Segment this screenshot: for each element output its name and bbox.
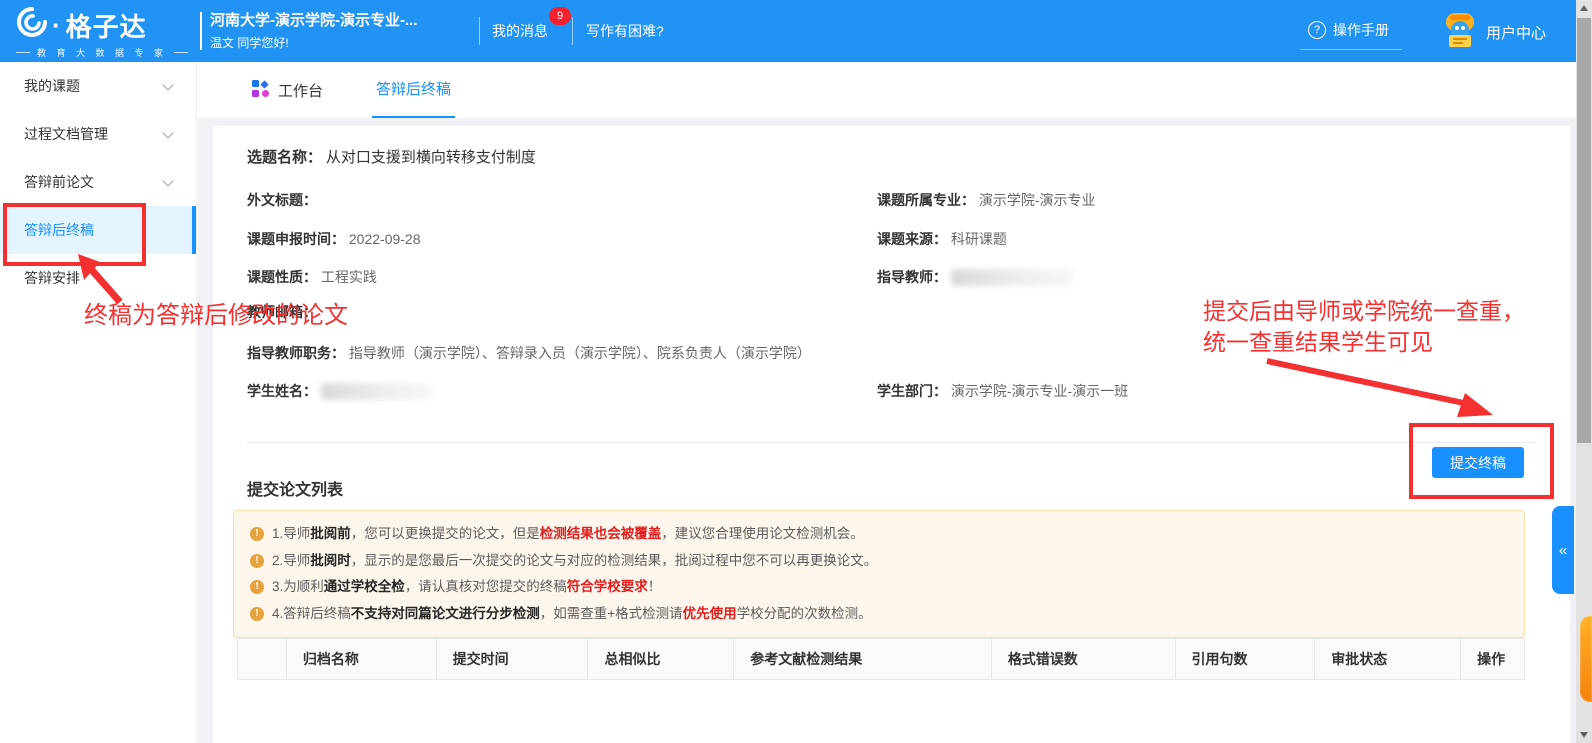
question-circle-icon: ? <box>1308 21 1326 39</box>
logo-g-icon <box>16 6 48 45</box>
topic-name-label: 选题名称： <box>247 149 322 166</box>
source-label: 课题来源： <box>877 231 947 247</box>
notice-text: 4.答辩后终稿不支持对同篇论文进行分步检测，如需查重+格式检测请优先使用学校分配… <box>272 601 872 628</box>
col-format-errors: 格式错误数 <box>991 639 1175 679</box>
duty-value: 指导教师（演示学院）、答辩录入员（演示学院）、院系负责人（演示学院） <box>349 345 811 361</box>
notice-item: ! 1.导师批阅前，您可以更换提交的论文，但是检测结果也会被覆盖，建议您合理使用… <box>248 521 1510 548</box>
floating-widget-partial[interactable] <box>1580 616 1592 702</box>
workbench-grid-icon <box>252 80 269 101</box>
top-header: · 格子达 教 育 大 数 据 专 家 河南大学-演示学院-演示专业-... 温… <box>0 0 1576 62</box>
major-label: 课题所属专业： <box>877 192 975 208</box>
org-title: 河南大学-演示学院-演示专业-... <box>210 9 418 30</box>
foreign-title-label: 外文标题： <box>247 192 317 208</box>
col-similarity: 总相似比 <box>587 639 733 679</box>
col-citation-count: 引用句数 <box>1175 639 1315 679</box>
nature-label: 课题性质： <box>247 269 317 285</box>
notice-item: ! 4.答辩后终稿不支持对同篇论文进行分步检测，如需查重+格式检测请优先使用学校… <box>248 601 1510 628</box>
notice-box: ! 1.导师批阅前，您可以更换提交的论文，但是检测结果也会被覆盖，建议您合理使用… <box>233 510 1525 638</box>
greeting-text: 温文 同学您好! <box>210 34 418 51</box>
apply-time-label: 课题申报时间： <box>247 231 345 247</box>
sidebar-nav: 我的课题 过程文档管理 答辩前论文 答辩后终稿 答辩安排 <box>0 62 197 743</box>
logo-text: 格子达 <box>66 7 147 44</box>
scrollbar-thumb[interactable] <box>1577 18 1591 443</box>
teacher-redacted-value <box>951 269 1073 286</box>
dept-label: 学生部门： <box>877 383 947 399</box>
scroll-down-arrow-icon[interactable] <box>1580 732 1588 738</box>
col-archive-name: 归档名称 <box>286 639 436 679</box>
major-value: 演示学院-演示专业 <box>979 192 1096 208</box>
manual-underline <box>1300 49 1402 50</box>
paper-table: 归档名称 提交时间 总相似比 参考文献检测结果 格式错误数 引用句数 审批状态 … <box>237 638 1525 736</box>
tab-workbench[interactable]: 工作台 <box>252 62 323 118</box>
annotation-arrow-down-right <box>1255 355 1505 423</box>
avatar <box>1442 12 1478 52</box>
sidebar-item-process-docs[interactable]: 过程文档管理 <box>0 110 196 158</box>
collapse-panel-tab[interactable]: « <box>1552 506 1574 594</box>
notice-text: 1.导师批阅前，您可以更换提交的论文，但是检测结果也会被覆盖，建议您合理使用论文… <box>272 521 864 548</box>
col-approval-status: 审批状态 <box>1314 639 1460 679</box>
warning-icon: ! <box>250 554 264 568</box>
section-divider <box>247 442 1537 443</box>
header-separator <box>572 17 573 45</box>
org-block: 河南大学-演示学院-演示专业-... 温文 同学您好! <box>210 9 418 51</box>
student-name-label: 学生姓名： <box>247 383 317 399</box>
manual-button[interactable]: ? 操作手册 <box>1308 20 1389 40</box>
paper-table-header: 归档名称 提交时间 总相似比 参考文献检测结果 格式错误数 引用句数 审批状态 … <box>237 638 1525 680</box>
tab-bar: 工作台 答辩后终稿 <box>198 62 1576 118</box>
col-select <box>238 639 286 679</box>
notice-item: ! 2.导师批阅时，显示的是您最后一次提交的论文与对应的检测结果，批阅过程中您不… <box>248 548 1510 575</box>
apply-time-value: 2022-09-28 <box>349 231 421 247</box>
col-reference-check: 参考文献检测结果 <box>733 639 991 679</box>
source-value: 科研课题 <box>951 231 1007 247</box>
annotation-note-submit: 提交后由导师或学院统一查重， 统一查重结果学生可见 <box>1203 296 1525 358</box>
notice-item: ! 3.为顺利通过学校全检，请认真核对您提交的终稿符合学校要求！ <box>248 574 1510 601</box>
chevron-down-icon <box>162 175 173 186</box>
nature-value: 工程实践 <box>321 269 377 285</box>
notice-text: 3.为顺利通过学校全检，请认真核对您提交的终稿符合学校要求！ <box>272 574 661 601</box>
writing-help-button[interactable]: 写作有困难? <box>586 21 664 41</box>
col-submit-time: 提交时间 <box>436 639 588 679</box>
warning-icon: ! <box>250 607 264 621</box>
teacher-label: 指导教师： <box>877 269 947 285</box>
warning-icon: ! <box>250 527 264 541</box>
header-divider <box>200 12 202 50</box>
tab-final-draft[interactable]: 答辩后终稿 <box>372 62 455 118</box>
topic-info-card: 选题名称： 从对口支援到横向转移支付制度 外文标题： 课题所属专业： 演示学院-… <box>213 126 1570 743</box>
chevron-down-icon <box>162 127 173 138</box>
student-redacted-value <box>321 383 431 400</box>
sidebar-item-my-topics[interactable]: 我的课题 <box>0 62 196 110</box>
logo-tagline: 教 育 大 数 据 专 家 <box>16 46 188 59</box>
duty-label: 指导教师职务： <box>247 345 345 361</box>
sidebar-item-pre-defense-paper[interactable]: 答辩前论文 <box>0 158 196 206</box>
notice-text: 2.导师批阅时，显示的是您最后一次提交的论文与对应的检测结果，批阅过程中您不可以… <box>272 548 877 575</box>
topic-name-value: 从对口支援到横向转移支付制度 <box>326 149 536 166</box>
paper-table-body-empty <box>237 680 1525 736</box>
annotation-note-sidebar: 终稿为答辩后修改的论文 <box>84 295 348 330</box>
scroll-up-arrow-icon[interactable] <box>1580 5 1588 11</box>
chevron-down-icon <box>162 79 173 90</box>
dept-value: 演示学院-演示专业-演示一班 <box>951 383 1128 399</box>
annotation-box-submit <box>1409 423 1554 499</box>
logo-dot: · <box>52 10 62 41</box>
app-logo[interactable]: · 格子达 教 育 大 数 据 专 家 <box>16 6 188 59</box>
header-separator <box>479 17 480 45</box>
my-messages-button[interactable]: 我的消息 9 <box>492 21 548 41</box>
user-center-label: 用户中心 <box>1486 22 1546 43</box>
warning-icon: ! <box>250 580 264 594</box>
user-center-button[interactable]: 用户中心 <box>1442 12 1546 52</box>
paper-list-title: 提交论文列表 <box>247 476 343 500</box>
messages-badge: 9 <box>549 7 571 25</box>
col-actions: 操作 <box>1460 639 1524 679</box>
